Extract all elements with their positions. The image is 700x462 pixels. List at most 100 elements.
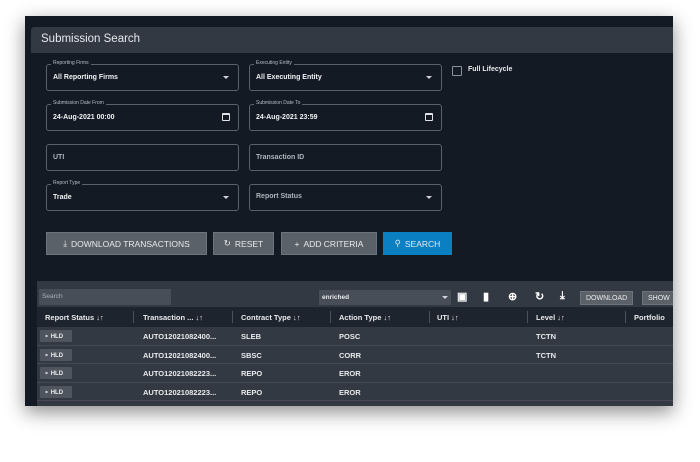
transaction-id-input[interactable]: Transaction ID: [249, 144, 442, 171]
col-label: Portfolio: [634, 313, 665, 322]
cell-transaction: AUTO12021082223...: [143, 369, 217, 378]
caret-down-icon: [426, 196, 432, 199]
placeholder: UTI: [53, 154, 65, 161]
full-lifecycle-label: Full Lifecycle: [468, 66, 513, 73]
col-divider[interactable]: [330, 311, 331, 323]
table-row[interactable]: ⚬ HLD AUTO12021082223... REPO EROR: [37, 364, 673, 383]
col-transaction[interactable]: Transaction ... ↓↑: [143, 313, 203, 322]
caret-down-icon: [223, 76, 229, 79]
cell-contract: REPO: [241, 387, 263, 397]
cell-action: POSC: [339, 332, 361, 341]
field-label: Executing Entity: [254, 60, 294, 66]
view-value: enriched: [322, 294, 350, 301]
cell-level: TCTN: [536, 350, 556, 360]
col-level[interactable]: Level ↓↑: [536, 313, 565, 322]
uti-input[interactable]: UTI: [46, 144, 239, 171]
field-value: Trade: [53, 194, 72, 201]
report-status-select[interactable]: Report Status: [249, 184, 442, 211]
field-label: Submission Date To: [254, 100, 303, 106]
download-icon[interactable]: ⤓: [560, 290, 565, 303]
field-value: All Reporting Firms: [53, 74, 118, 81]
col-label: Contract Type: [241, 313, 291, 322]
status-text: HLD: [50, 334, 64, 340]
col-report-status[interactable]: Report Status ↓↑: [45, 313, 104, 322]
page-title: Submission Search: [41, 33, 141, 45]
field-label: Submission Date From: [51, 100, 106, 106]
col-contract-type[interactable]: Contract Type ↓↑: [241, 313, 300, 322]
trash-icon[interactable]: ▮: [483, 290, 489, 303]
cell-transaction: AUTO12021082223...: [143, 387, 217, 397]
cell-action: EROR: [339, 387, 361, 397]
cell-transaction: AUTO12021082400...: [143, 332, 217, 341]
download-button[interactable]: DOWNLOAD: [580, 291, 634, 305]
search-button[interactable]: ⚲ SEARCH: [383, 232, 452, 255]
button-label: ADD CRITERIA: [303, 238, 364, 249]
button-label: SEARCH: [404, 238, 441, 249]
cell-contract: SBSC: [241, 350, 262, 360]
caret-down-icon: [442, 296, 448, 299]
add-circle-icon[interactable]: ⊕: [508, 290, 517, 303]
placeholder: Search: [42, 293, 63, 300]
status-badge: ⚬ HLD: [40, 385, 72, 398]
status-text: HLD: [50, 371, 64, 377]
status-badge: ⚬ HLD: [40, 367, 72, 379]
field-value: 24-Aug-2021 00:00: [53, 114, 115, 121]
download-icon: ⤓: [63, 238, 67, 248]
status-text: HLD: [50, 389, 64, 396]
cell-action: EROR: [339, 369, 361, 378]
status-text: HLD: [50, 352, 64, 359]
add-criteria-button[interactable]: + ADD CRITERIA: [281, 232, 377, 255]
placeholder: Transaction ID: [256, 154, 305, 161]
col-divider[interactable]: [232, 311, 233, 323]
reporting-firms-select[interactable]: Reporting Firms All Reporting Firms: [46, 60, 239, 91]
full-lifecycle-checkbox[interactable]: [452, 66, 462, 76]
button-label: DOWNLOAD: [586, 295, 628, 302]
reset-button[interactable]: ↻ RESET: [213, 232, 274, 255]
cell-action: CORR: [339, 350, 362, 360]
col-action-type[interactable]: Action Type ↓↑: [339, 313, 391, 322]
calendar-icon[interactable]: [425, 113, 433, 121]
caret-down-icon: [426, 76, 432, 79]
table-row[interactable]: ⚬ HLD AUTO12021082223... REPO EROR: [37, 383, 673, 401]
status-badge: ⚬ HLD: [40, 330, 72, 342]
placeholder: Report Status: [256, 193, 302, 200]
field-label: Report Type: [51, 180, 83, 186]
download-transactions-button[interactable]: ⤓ DOWNLOAD TRANSACTIONS: [46, 232, 207, 255]
field-value: 24-Aug-2021 23:59: [256, 114, 318, 121]
show-button[interactable]: SHOW: [642, 291, 673, 305]
field-label: Reporting Firms: [51, 60, 91, 66]
report-type-select[interactable]: Report Type Trade: [46, 180, 239, 211]
field-value: All Executing Entity: [256, 74, 322, 81]
cell-contract: SLEB: [241, 332, 262, 341]
panel-header: Submission Search: [31, 27, 673, 53]
caret-down-icon: [223, 196, 229, 199]
save-icon[interactable]: ▣: [457, 290, 467, 303]
col-label: Action Type: [339, 313, 382, 322]
col-uti[interactable]: UTI ↓↑: [437, 313, 459, 322]
calendar-icon[interactable]: [222, 113, 230, 121]
col-label: Transaction ...: [143, 313, 194, 322]
table-row[interactable]: ⚬ HLD AUTO12021082400... SBSC CORR TCTN: [37, 346, 673, 364]
view-select[interactable]: enriched: [319, 290, 451, 305]
date-from-input[interactable]: Submission Date From 24-Aug-2021 00:00: [46, 100, 239, 131]
table-header: Report Status ↓↑ Transaction ... ↓↑ Cont…: [37, 307, 673, 327]
refresh-icon: ↻: [223, 238, 231, 248]
button-label: RESET: [234, 238, 264, 249]
grid-search-input[interactable]: Search: [39, 289, 171, 305]
col-label: Report Status: [45, 313, 95, 322]
col-portfolio[interactable]: Portfolio: [634, 313, 665, 322]
plus-icon: +: [294, 238, 300, 249]
col-label: Level: [536, 313, 556, 322]
refresh-icon[interactable]: ↻: [535, 290, 544, 303]
executing-entity-select[interactable]: Executing Entity All Executing Entity: [249, 60, 442, 91]
col-divider[interactable]: [133, 311, 134, 323]
col-divider[interactable]: [429, 311, 430, 323]
search-icon: ⚲: [394, 238, 401, 248]
cell-level: TCTN: [536, 332, 556, 341]
app-window: Submission Search Reporting Firms All Re…: [25, 16, 673, 406]
table-row[interactable]: ⚬ HLD AUTO12021082400... SLEB POSC TCTN: [37, 327, 673, 346]
button-label: SHOW: [648, 295, 670, 302]
col-divider[interactable]: [527, 311, 528, 323]
date-to-input[interactable]: Submission Date To 24-Aug-2021 23:59: [249, 100, 442, 131]
col-divider[interactable]: [625, 311, 626, 323]
